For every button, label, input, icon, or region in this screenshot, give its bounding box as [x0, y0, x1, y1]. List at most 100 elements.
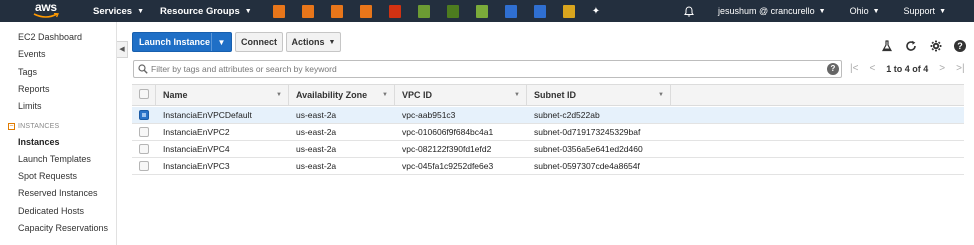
- cell-availability-zone: us-east-2a: [296, 127, 337, 137]
- refresh-icon[interactable]: [905, 40, 917, 52]
- cell-vpc-id: vpc-045fa1c9252dfe6e3: [402, 161, 494, 171]
- account-menu-label: jesushum @ crancurello: [717, 6, 815, 16]
- sidebar-item-capacity-reservations[interactable]: Capacity Reservations: [18, 223, 108, 233]
- connect-label: Connect: [241, 37, 277, 47]
- notifications-bell[interactable]: [684, 5, 694, 17]
- sort-icon: ▼: [382, 92, 388, 98]
- sidebar-item-instances[interactable]: Instances: [18, 137, 60, 147]
- select-all-checkbox[interactable]: [139, 89, 149, 99]
- table-row[interactable]: InstanciaEnVPC3 us-east-2a vpc-045fa1c92…: [132, 158, 964, 175]
- cloudformation-service-icon[interactable]: [388, 4, 401, 18]
- beanstalk-service-icon[interactable]: [359, 4, 372, 18]
- lambda-service-icon[interactable]: [301, 4, 314, 18]
- glacier-service-icon[interactable]: [446, 4, 459, 18]
- sidebar-collapse-toggle[interactable]: ◀: [117, 41, 128, 58]
- chevron-down-icon: ▼: [939, 7, 946, 15]
- s3-service-icon[interactable]: [417, 4, 430, 18]
- table-row[interactable]: InstanciaEnVPCDefault us-east-2a vpc-aab…: [132, 107, 964, 124]
- region-menu-label: Ohio: [849, 6, 869, 16]
- select-all-header: [132, 85, 156, 105]
- chevron-down-icon: ▼: [818, 7, 826, 15]
- resource-groups-menu[interactable]: Resource Groups ▼: [160, 6, 252, 17]
- search-help-icon[interactable]: ?: [827, 63, 839, 75]
- aws-logo[interactable]: aws: [28, 0, 98, 22]
- pinned-services-bar: ✦: [272, 4, 621, 18]
- table-row[interactable]: InstanciaEnVPC2 us-east-2a vpc-010606f9f…: [132, 124, 964, 141]
- column-header-availability-zone[interactable]: Availability Zone ▼: [289, 85, 395, 105]
- cell-vpc-id: vpc-082122f390fd1efd2: [402, 144, 492, 154]
- cell-name: InstanciaEnVPC3: [163, 161, 230, 171]
- actions-label: Actions: [291, 37, 325, 47]
- iam-key-service-icon[interactable]: [475, 4, 488, 18]
- prev-page-icon[interactable]: <: [869, 63, 875, 74]
- connect-button[interactable]: Connect: [235, 32, 283, 52]
- cell-name: InstanciaEnVPC4: [163, 144, 230, 154]
- sidebar-item-reports[interactable]: Reports: [18, 84, 50, 94]
- filter-search-input[interactable]: Filter by tags and attributes or search …: [133, 60, 842, 78]
- column-header-name[interactable]: Name ▼: [156, 85, 289, 105]
- sidebar-item-launch-templates[interactable]: Launch Templates: [18, 154, 91, 164]
- ec2-service-icon[interactable]: [272, 4, 285, 18]
- sidebar-item-limits[interactable]: Limits: [18, 101, 42, 111]
- row-checkbox[interactable]: [139, 161, 149, 171]
- actions-button[interactable]: Actions ▼: [286, 32, 341, 52]
- gear-icon[interactable]: [930, 40, 942, 52]
- cell-availability-zone: us-east-2a: [296, 144, 337, 154]
- first-page-icon[interactable]: |<: [850, 63, 858, 74]
- sidebar-item-events[interactable]: Events: [18, 49, 46, 59]
- aws-smile-icon: [33, 13, 59, 18]
- sidebar-item-reserved-instances[interactable]: Reserved Instances: [18, 188, 98, 198]
- column-header-vpc-id[interactable]: VPC ID ▼: [395, 85, 527, 105]
- cell-availability-zone: us-east-2a: [296, 161, 337, 171]
- last-page-icon[interactable]: >|: [956, 63, 964, 74]
- resource-groups-menu-label: Resource Groups: [160, 5, 240, 17]
- launch-dropdown-toggle[interactable]: ▼: [211, 33, 231, 51]
- collapse-section-icon: −: [8, 123, 15, 130]
- pagination-count: 1 to 4 of 4: [886, 63, 929, 74]
- cell-subnet-id: subnet-0d719173245329baf: [534, 127, 641, 137]
- top-nav-bar: aws Services ▼ Resource Groups ▼ ✦ jesus…: [0, 0, 974, 22]
- next-page-icon[interactable]: >: [939, 63, 945, 74]
- sidebar-section-instances[interactable]: − INSTANCES: [8, 123, 59, 130]
- bell-icon: [684, 5, 694, 17]
- row-checkbox[interactable]: [139, 127, 149, 137]
- chevron-left-icon: ◀: [119, 46, 125, 53]
- search-icon: [138, 64, 148, 74]
- flask-icon[interactable]: [881, 40, 893, 52]
- table-row[interactable]: InstanciaEnVPC4 us-east-2a vpc-082122f39…: [132, 141, 964, 158]
- lightsail-service-icon[interactable]: [330, 4, 343, 18]
- cell-vpc-id: vpc-010606f9f684bc4a1: [402, 127, 494, 137]
- sidebar-item-tags[interactable]: Tags: [18, 67, 37, 77]
- cell-subnet-id: subnet-0356a5e641ed2d460: [534, 144, 643, 154]
- chevron-down-icon: ▼: [872, 7, 880, 15]
- cell-subnet-id: subnet-0597307cde4a8654f: [534, 161, 640, 171]
- chevron-down-icon: ▼: [244, 7, 252, 15]
- sidebar-item-ec2-dashboard[interactable]: EC2 Dashboard: [18, 32, 82, 42]
- pin-icon[interactable]: ✦: [592, 5, 604, 18]
- column-header-subnet-id[interactable]: Subnet ID ▼: [527, 85, 671, 105]
- chevron-down-icon: ▼: [137, 7, 145, 15]
- cell-name: InstanciaEnVPCDefault: [163, 110, 252, 120]
- search-placeholder: Filter by tags and attributes or search …: [151, 64, 337, 74]
- pagination: |< < 1 to 4 of 4 > >|: [850, 63, 965, 74]
- sort-icon: ▼: [658, 92, 664, 98]
- help-icon[interactable]: ?: [954, 40, 966, 52]
- cell-vpc-id: vpc-aab951c3: [402, 110, 456, 120]
- aws-logo-text: aws: [35, 0, 57, 14]
- services-menu[interactable]: Services ▼: [93, 6, 144, 17]
- launch-instance-button[interactable]: Launch Instance ▼: [132, 32, 232, 52]
- region-menu[interactable]: Ohio ▼: [850, 6, 880, 16]
- sidebar-item-dedicated-hosts[interactable]: Dedicated Hosts: [18, 206, 84, 216]
- cloudfront-service-icon[interactable]: [562, 4, 575, 18]
- rds-service-icon[interactable]: [504, 4, 517, 18]
- row-checkbox[interactable]: [139, 144, 149, 154]
- table-header: Name ▼ Availability Zone ▼ VPC ID ▼ Subn…: [132, 84, 964, 106]
- row-checkbox[interactable]: [139, 110, 149, 120]
- account-menu[interactable]: jesushum @ crancurello ▼: [718, 6, 826, 16]
- sidebar-item-spot-requests[interactable]: Spot Requests: [18, 171, 77, 181]
- dynamodb-service-icon[interactable]: [533, 4, 546, 18]
- support-menu-label: Support: [903, 6, 936, 16]
- support-menu[interactable]: Support ▼: [904, 6, 946, 16]
- chevron-down-icon: ▼: [217, 37, 226, 47]
- cell-subnet-id: subnet-c2d522ab: [534, 110, 600, 120]
